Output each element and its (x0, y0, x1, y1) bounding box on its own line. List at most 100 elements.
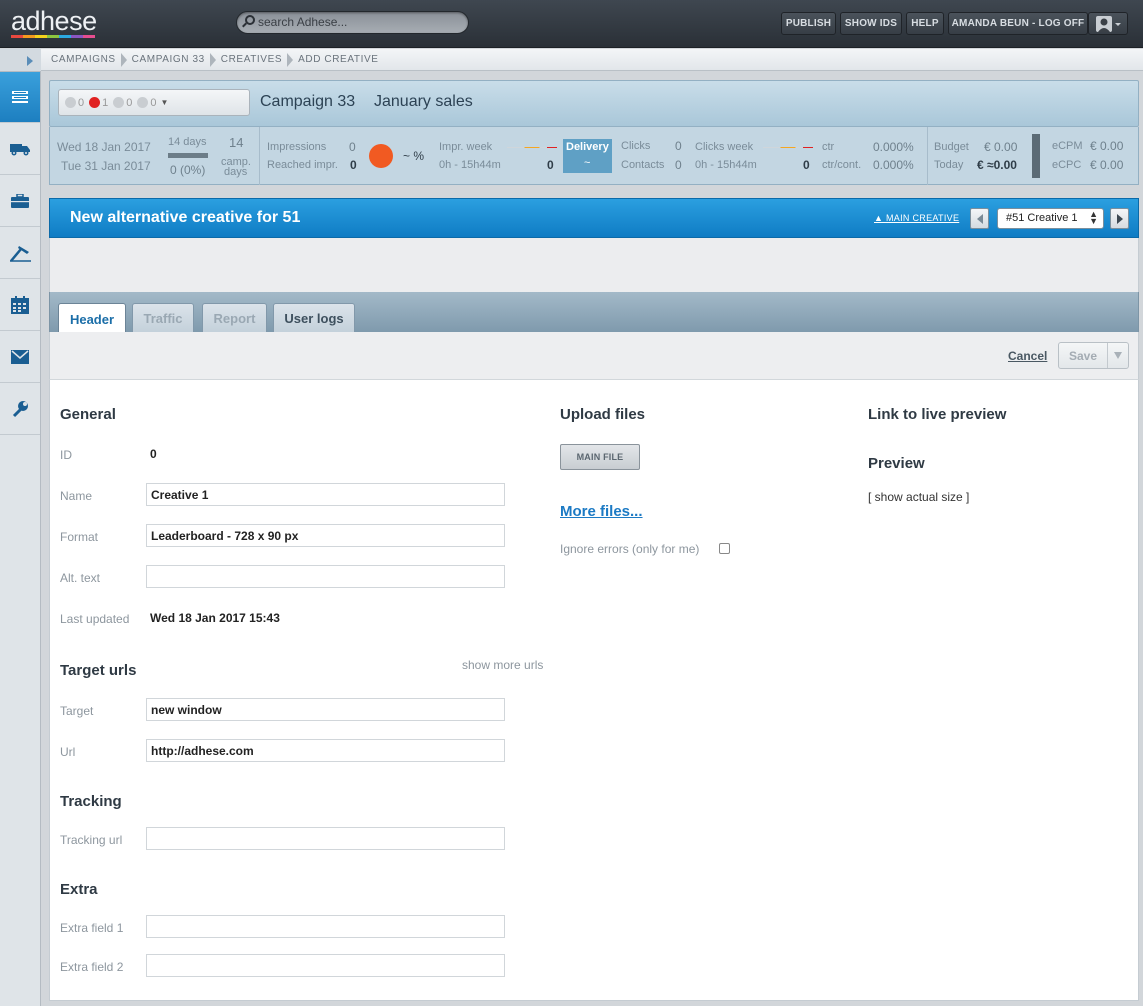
logo-stripe-segment (83, 35, 95, 38)
delivery-indicator-icon (369, 144, 393, 168)
arrow-right-icon (1116, 213, 1123, 224)
camp-days-value: 14 (229, 135, 244, 150)
sidebar-item-tools[interactable] (0, 228, 40, 279)
delivery-value: ~ (584, 157, 591, 169)
ecpc-value: € 0.00 (1090, 158, 1124, 172)
tab-traffic[interactable]: Traffic (132, 303, 194, 333)
cancel-button[interactable]: Cancel (1008, 349, 1047, 363)
divider (259, 127, 260, 185)
previous-creative-button[interactable] (970, 208, 989, 229)
url-label: Url (60, 745, 76, 759)
sidebar-toggle[interactable] (0, 49, 41, 72)
save-menu-caret-icon[interactable] (1114, 352, 1122, 359)
search-input[interactable] (258, 14, 458, 30)
impr-week-range: 0h - 15h44m (439, 159, 501, 171)
live-preview-title: Link to live preview (868, 406, 1007, 423)
breadcrumb-campaigns[interactable]: CAMPAIGNS (51, 54, 116, 65)
log-off-button[interactable]: AMANDA BEUN - LOG OFF (948, 12, 1088, 35)
tracking-url-label: Tracking url (60, 833, 123, 847)
format-field[interactable]: Leaderboard - 728 x 90 px (146, 524, 505, 547)
ctr-cont-value: 0.000% (873, 158, 914, 172)
preview-title: Preview (868, 455, 925, 472)
alt-text-label: Alt. text (60, 571, 101, 585)
publish-button[interactable]: PUBLISH (781, 12, 836, 35)
ignore-errors-checkbox[interactable] (719, 543, 730, 554)
id-label: ID (60, 448, 72, 462)
briefcase-icon (11, 194, 29, 208)
campaigns-icon (12, 91, 28, 103)
clicks-week-value: 0 (803, 158, 810, 172)
show-more-urls-link[interactable]: show more urls (462, 658, 543, 672)
ecpc-label: eCPC (1052, 159, 1082, 171)
ignore-errors-label: Ignore errors (only for me) (560, 542, 700, 556)
tab-user-logs[interactable]: User logs (273, 303, 355, 333)
main-creative-link[interactable]: ▲ MAIN CREATIVE (874, 213, 959, 223)
show-ids-button[interactable]: SHOW IDS (840, 12, 902, 35)
user-avatar-icon (1096, 15, 1121, 32)
help-button[interactable]: HELP (906, 12, 944, 35)
id-value: 0 (150, 447, 157, 461)
sidebar-item-settings[interactable] (0, 384, 40, 435)
url-field[interactable]: http://adhese.com (146, 739, 505, 762)
impressions-value: 0 (349, 140, 356, 154)
breadcrumb-creatives[interactable]: CREATIVES (221, 54, 282, 65)
name-field[interactable]: Creative 1 (146, 483, 505, 506)
tab-report[interactable]: Report (202, 303, 267, 333)
ctr-label: ctr (822, 141, 835, 153)
actions-bar (49, 332, 1139, 380)
ecpm-label: eCPM (1052, 140, 1083, 152)
sidebar-item-advertisers[interactable] (0, 176, 40, 227)
status-count-paused: 0 (126, 96, 133, 109)
ecpm-value: € 0.00 (1090, 139, 1124, 153)
format-label: Format (60, 530, 99, 544)
camp-days-label-2: days (224, 166, 248, 178)
days-label: 14 days (168, 136, 207, 148)
save-divider (1107, 343, 1108, 368)
status-dropdown[interactable]: 0 1 0 0 ▼ (58, 89, 250, 116)
target-field[interactable]: new window (146, 698, 505, 721)
extra-field-2-label: Extra field 2 (60, 960, 124, 974)
more-files-link[interactable]: More files... (560, 503, 643, 520)
breadcrumb-add-creative: ADD CREATIVE (298, 54, 379, 65)
sidebar-item-messages[interactable] (0, 332, 40, 383)
status-count-done: 0 (150, 96, 157, 109)
wrench-icon (12, 401, 28, 418)
app-logo[interactable]: adhese (11, 6, 97, 37)
breadcrumb-separator-icon (287, 52, 294, 67)
status-count-running: 1 (102, 96, 109, 109)
play-status-icon (89, 97, 101, 108)
main-file-button[interactable]: MAIN FILE (560, 444, 640, 470)
creative-title: New alternative creative for 51 (70, 209, 301, 226)
tab-header[interactable]: Header (58, 303, 126, 334)
clicks-value: 0 (675, 139, 682, 153)
expand-arrow-icon (27, 56, 33, 66)
clicks-label: Clicks (621, 140, 651, 152)
upload-files-title: Upload files (560, 406, 646, 423)
start-date: Wed 18 Jan 2017 (57, 140, 151, 154)
chevron-down-icon: ▼ (160, 98, 169, 107)
status-count-grey: 0 (78, 96, 85, 109)
divider (927, 127, 928, 185)
sidebar-item-campaigns[interactable] (0, 72, 40, 123)
sidebar-item-deliveries[interactable] (0, 124, 40, 175)
show-actual-size-link[interactable]: [ show actual size ] (868, 490, 969, 504)
extra-field-2[interactable] (146, 954, 505, 977)
creative-select[interactable]: #51 Creative 1 ▲ ▼ (997, 208, 1104, 229)
paused-status-icon (65, 97, 76, 108)
reached-value: 0 (350, 158, 357, 172)
ctr-cont-label: ctr/cont. (822, 159, 862, 171)
breadcrumb-campaign[interactable]: CAMPAIGN 33 (132, 54, 205, 65)
user-menu-button[interactable] (1088, 12, 1128, 35)
logo-stripe-segment (23, 35, 35, 38)
breadcrumb-separator-icon (209, 52, 216, 67)
days-progress: 0 (0%) (170, 163, 206, 177)
budget-label: Budget (934, 141, 969, 153)
next-creative-button[interactable] (1110, 208, 1129, 229)
today-label: Today (934, 159, 964, 171)
sidebar-item-calendar[interactable] (0, 280, 40, 331)
logo-color-stripe (11, 35, 95, 38)
reached-label: Reached impr. (267, 159, 338, 171)
extra-field-1[interactable] (146, 915, 505, 938)
alt-text-field[interactable] (146, 565, 505, 588)
tracking-url-field[interactable] (146, 827, 505, 850)
